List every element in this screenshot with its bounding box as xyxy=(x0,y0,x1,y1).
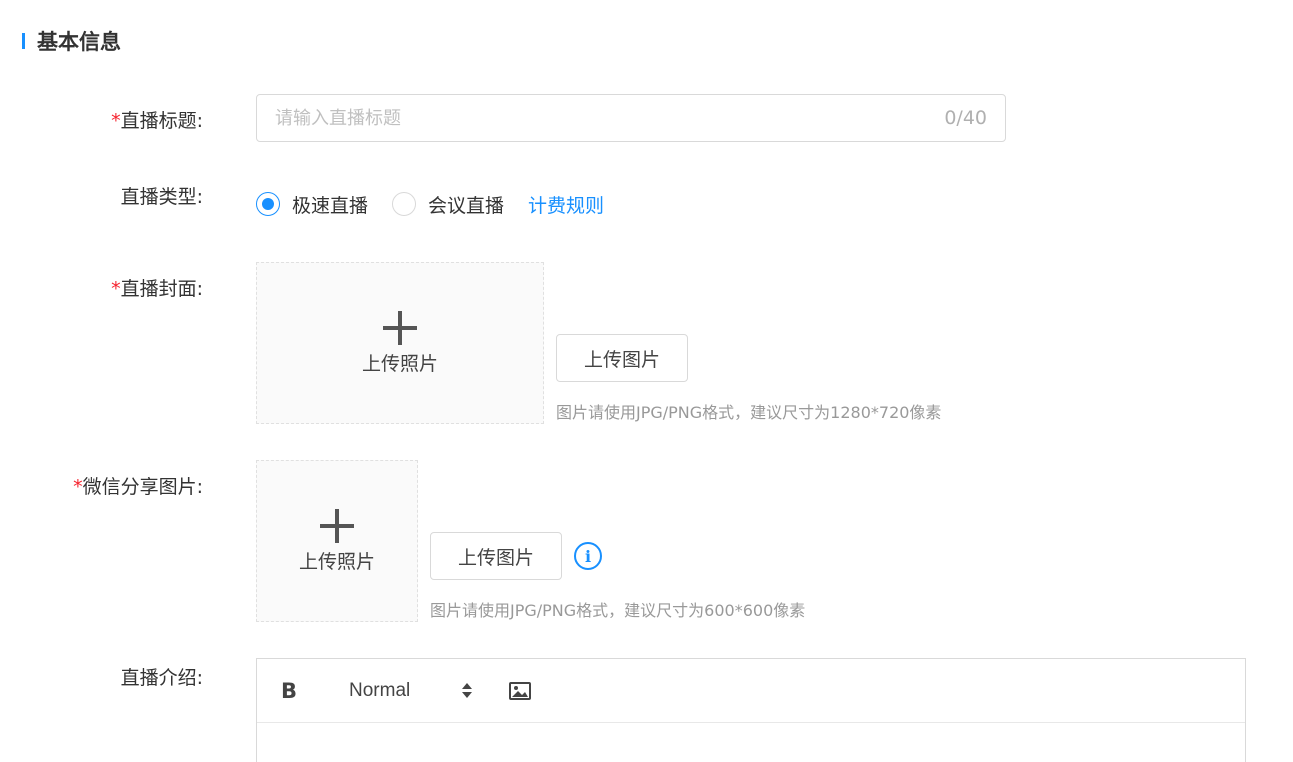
radio-unchecked-icon xyxy=(392,192,417,216)
section-accent-bar xyxy=(22,33,25,49)
image-icon[interactable] xyxy=(509,681,531,700)
bold-button[interactable]: B xyxy=(281,679,303,703)
type-label: 直播类型: xyxy=(120,186,203,208)
billing-rules-link[interactable]: 计费规则 xyxy=(528,191,604,218)
required-mark: * xyxy=(111,110,121,132)
upload-box-text: 上传照片 xyxy=(361,352,438,375)
title-label: *直播标题: xyxy=(111,106,203,133)
plus-icon xyxy=(383,310,417,345)
section-header: 基本信息 xyxy=(22,26,121,56)
cover-upload-box[interactable]: 上传照片 xyxy=(256,262,544,424)
wechat-share-hint: 图片请使用JPG/PNG格式，建议尺寸为600*600像素 xyxy=(430,601,806,620)
info-icon[interactable]: i xyxy=(574,542,602,570)
plus-icon xyxy=(320,508,354,543)
required-mark: * xyxy=(111,278,121,300)
header-select[interactable]: Normal xyxy=(349,680,473,702)
type-radio-group: 极速直播 会议直播 计费规则 xyxy=(256,186,604,222)
cover-label: *直播封面: xyxy=(111,274,203,301)
wechat-share-upload-box[interactable]: 上传照片 xyxy=(256,460,418,622)
cover-label-text: 直播封面: xyxy=(120,278,203,300)
header-select-value: Normal xyxy=(349,679,411,701)
section-title: 基本信息 xyxy=(37,30,121,54)
wechat-share-label: *微信分享图片: xyxy=(73,472,203,499)
editor-toolbar: B Normal xyxy=(257,659,1245,723)
title-input[interactable] xyxy=(275,107,945,129)
cover-upload-button[interactable]: 上传图片 xyxy=(556,334,688,382)
title-field[interactable]: 0/40 xyxy=(256,94,1006,142)
intro-label: 直播介绍: xyxy=(120,667,203,689)
cover-hint: 图片请使用JPG/PNG格式，建议尺寸为1280*720像素 xyxy=(556,403,942,422)
title-label-text: 直播标题: xyxy=(120,110,203,132)
updown-arrows-icon xyxy=(461,683,473,698)
radio-meeting-live[interactable]: 会议直播 xyxy=(392,191,504,218)
wechat-share-label-text: 微信分享图片: xyxy=(82,476,203,498)
wechat-share-upload-button[interactable]: 上传图片 xyxy=(430,532,562,580)
required-mark: * xyxy=(73,476,83,498)
rich-text-editor: B Normal xyxy=(256,658,1246,762)
upload-box-text: 上传照片 xyxy=(298,550,375,573)
title-char-counter: 0/40 xyxy=(944,107,987,129)
radio-label: 会议直播 xyxy=(428,194,505,217)
radio-fast-live[interactable]: 极速直播 xyxy=(256,191,368,218)
radio-checked-icon xyxy=(256,192,280,216)
radio-label: 极速直播 xyxy=(292,194,369,217)
editor-content-area[interactable] xyxy=(257,723,1245,762)
live-stream-form: 基本信息 *直播标题: 0/40 直播类型: 极速直播 会议直播 计费规则 *直… xyxy=(0,0,1293,762)
